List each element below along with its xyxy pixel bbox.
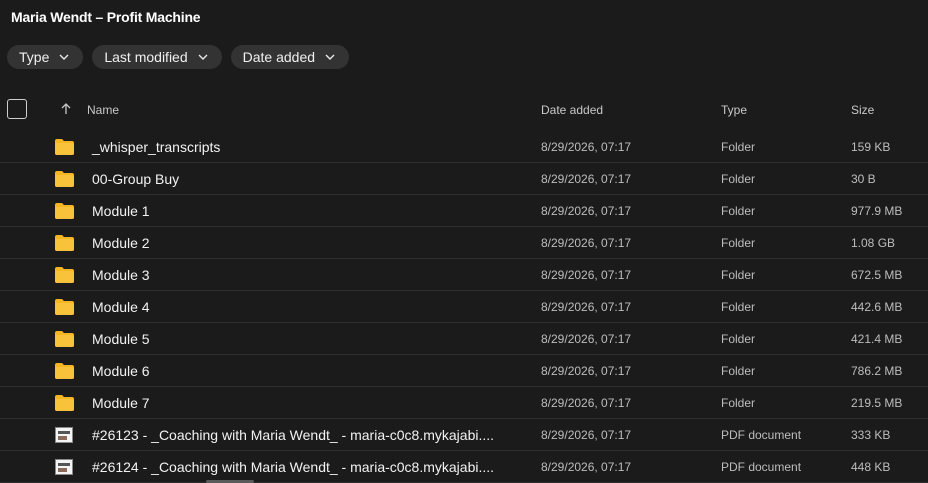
chevron-down-icon bbox=[198, 54, 208, 60]
file-browser-window: Maria Wendt – Profit Machine Type Last m… bbox=[0, 0, 928, 483]
table-row[interactable]: #26124 - _Coaching with Maria Wendt_ - m… bbox=[0, 451, 928, 483]
table-row[interactable]: Module 6 8/29/2026, 07:17 Folder 786.2 M… bbox=[0, 355, 928, 387]
column-header-row: Name Date added Type Size bbox=[0, 96, 928, 124]
file-name: Module 7 bbox=[92, 395, 150, 411]
select-all-checkbox[interactable] bbox=[7, 99, 27, 119]
filter-bar: Type Last modified Date added bbox=[7, 45, 350, 69]
file-type: Folder bbox=[721, 332, 756, 346]
file-type: Folder bbox=[721, 204, 756, 218]
folder-icon bbox=[55, 171, 74, 187]
folder-icon bbox=[55, 331, 74, 347]
table-row[interactable]: _whisper_transcripts 8/29/2026, 07:17 Fo… bbox=[0, 131, 928, 163]
file-name: _whisper_transcripts bbox=[92, 139, 221, 155]
folder-icon bbox=[55, 299, 74, 315]
column-header-name[interactable]: Name bbox=[87, 103, 119, 117]
column-header-type[interactable]: Type bbox=[721, 103, 747, 117]
filter-date-added-dropdown[interactable]: Date added bbox=[230, 45, 350, 69]
file-date-added: 8/29/2026, 07:17 bbox=[541, 460, 632, 474]
file-size: 219.5 MB bbox=[851, 396, 903, 410]
file-type: Folder bbox=[721, 236, 756, 250]
chevron-down-icon bbox=[59, 54, 69, 60]
file-date-added: 8/29/2026, 07:17 bbox=[541, 172, 632, 186]
file-size: 159 KB bbox=[851, 140, 891, 154]
file-type: PDF document bbox=[721, 460, 802, 474]
sort-ascending-arrow-icon[interactable] bbox=[60, 102, 72, 116]
chevron-down-icon bbox=[325, 54, 335, 60]
file-type: PDF document bbox=[721, 428, 802, 442]
file-size: 30 B bbox=[851, 172, 876, 186]
file-type: Folder bbox=[721, 268, 756, 282]
file-name: Module 2 bbox=[92, 235, 150, 251]
file-name: Module 3 bbox=[92, 267, 150, 283]
file-type: Folder bbox=[721, 300, 756, 314]
folder-icon bbox=[55, 363, 74, 379]
folder-icon bbox=[55, 235, 74, 251]
file-size: 421.4 MB bbox=[851, 332, 903, 346]
table-row[interactable]: Module 7 8/29/2026, 07:17 Folder 219.5 M… bbox=[0, 387, 928, 419]
file-name: 00-Group Buy bbox=[92, 171, 180, 187]
filter-type-label: Type bbox=[19, 49, 50, 65]
folder-icon bbox=[55, 267, 74, 283]
folder-icon bbox=[55, 139, 74, 155]
table-row[interactable]: Module 3 8/29/2026, 07:17 Folder 672.5 M… bbox=[0, 259, 928, 291]
pdf-thumbnail-icon bbox=[55, 427, 73, 443]
filter-type-dropdown[interactable]: Type bbox=[7, 45, 84, 69]
file-name: Module 5 bbox=[92, 331, 150, 347]
file-date-added: 8/29/2026, 07:17 bbox=[541, 364, 632, 378]
file-name: Module 1 bbox=[92, 203, 150, 219]
table-row[interactable]: Module 1 8/29/2026, 07:17 Folder 977.9 M… bbox=[0, 195, 928, 227]
pdf-thumbnail-icon bbox=[55, 459, 73, 475]
file-type: Folder bbox=[721, 364, 756, 378]
file-date-added: 8/29/2026, 07:17 bbox=[541, 396, 632, 410]
table-row[interactable]: #26123 - _Coaching with Maria Wendt_ - m… bbox=[0, 419, 928, 451]
table-row[interactable]: Module 4 8/29/2026, 07:17 Folder 442.6 M… bbox=[0, 291, 928, 323]
column-header-size[interactable]: Size bbox=[851, 103, 874, 117]
file-size: 672.5 MB bbox=[851, 268, 903, 282]
file-date-added: 8/29/2026, 07:17 bbox=[541, 428, 632, 442]
file-name: #26124 - _Coaching with Maria Wendt_ - m… bbox=[92, 459, 495, 475]
file-name: #26123 - _Coaching with Maria Wendt_ - m… bbox=[92, 427, 495, 443]
file-size: 448 KB bbox=[851, 460, 891, 474]
file-date-added: 8/29/2026, 07:17 bbox=[541, 300, 632, 314]
file-type: Folder bbox=[721, 172, 756, 186]
file-size: 1.08 GB bbox=[851, 236, 896, 250]
table-row[interactable]: 00-Group Buy 8/29/2026, 07:17 Folder 30 … bbox=[0, 163, 928, 195]
file-date-added: 8/29/2026, 07:17 bbox=[541, 140, 632, 154]
file-name: Module 6 bbox=[92, 363, 150, 379]
table-row[interactable]: Module 5 8/29/2026, 07:17 Folder 421.4 M… bbox=[0, 323, 928, 355]
file-type: Folder bbox=[721, 140, 756, 154]
filter-last-modified-dropdown[interactable]: Last modified bbox=[92, 45, 222, 69]
file-list: _whisper_transcripts 8/29/2026, 07:17 Fo… bbox=[0, 131, 928, 483]
file-date-added: 8/29/2026, 07:17 bbox=[541, 332, 632, 346]
file-size: 442.6 MB bbox=[851, 300, 903, 314]
table-row[interactable]: Module 2 8/29/2026, 07:17 Folder 1.08 GB bbox=[0, 227, 928, 259]
folder-icon bbox=[55, 395, 74, 411]
column-header-date-added[interactable]: Date added bbox=[541, 103, 603, 117]
file-date-added: 8/29/2026, 07:17 bbox=[541, 236, 632, 250]
file-type: Folder bbox=[721, 396, 756, 410]
window-title: Maria Wendt – Profit Machine bbox=[11, 9, 201, 25]
file-date-added: 8/29/2026, 07:17 bbox=[541, 204, 632, 218]
filter-last-modified-label: Last modified bbox=[104, 49, 188, 65]
filter-date-added-label: Date added bbox=[242, 49, 316, 65]
folder-icon bbox=[55, 203, 74, 219]
file-size: 333 KB bbox=[851, 428, 891, 442]
file-size: 977.9 MB bbox=[851, 204, 903, 218]
file-size: 786.2 MB bbox=[851, 364, 903, 378]
file-name: Module 4 bbox=[92, 299, 150, 315]
file-date-added: 8/29/2026, 07:17 bbox=[541, 268, 632, 282]
